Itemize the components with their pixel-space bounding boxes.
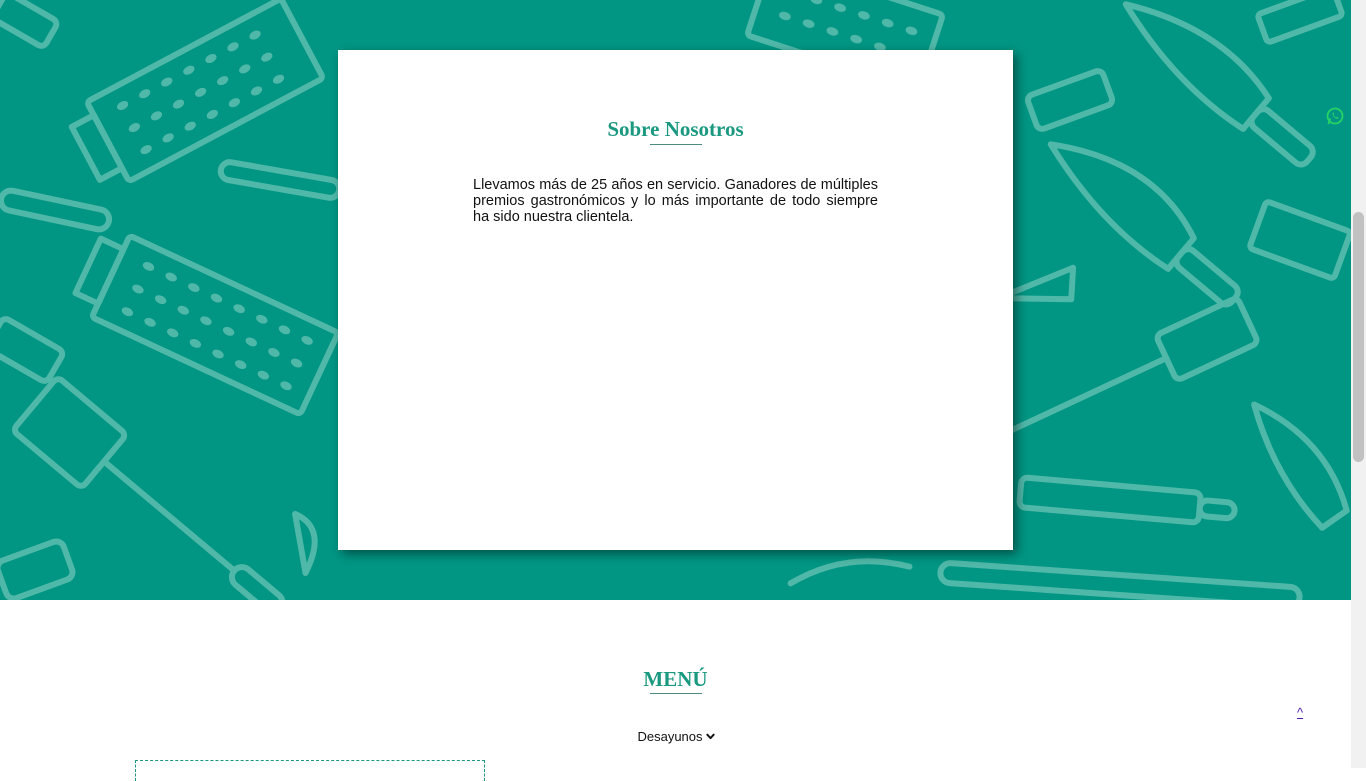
scrollbar-thumb[interactable]	[1353, 212, 1364, 462]
chevron-down-icon	[705, 733, 715, 739]
menu-title: MENÚ	[643, 667, 708, 691]
menu-category-select-value: Desayunos	[637, 728, 703, 744]
menu-items-container	[135, 760, 485, 781]
hero-section: Sobre Nosotros Llevamos más de 25 años e…	[0, 0, 1351, 600]
menu-category-select[interactable]: Desayunos	[631, 726, 721, 746]
about-title-underline	[650, 144, 702, 145]
scroll-to-top-link[interactable]: ^	[1297, 705, 1303, 720]
whatsapp-icon[interactable]	[1325, 106, 1345, 126]
about-title: Sobre Nosotros	[607, 117, 744, 141]
about-text: Llevamos más de 25 años en servicio. Gan…	[473, 177, 878, 225]
about-card: Sobre Nosotros Llevamos más de 25 años e…	[338, 50, 1013, 550]
menu-title-underline	[650, 693, 702, 694]
